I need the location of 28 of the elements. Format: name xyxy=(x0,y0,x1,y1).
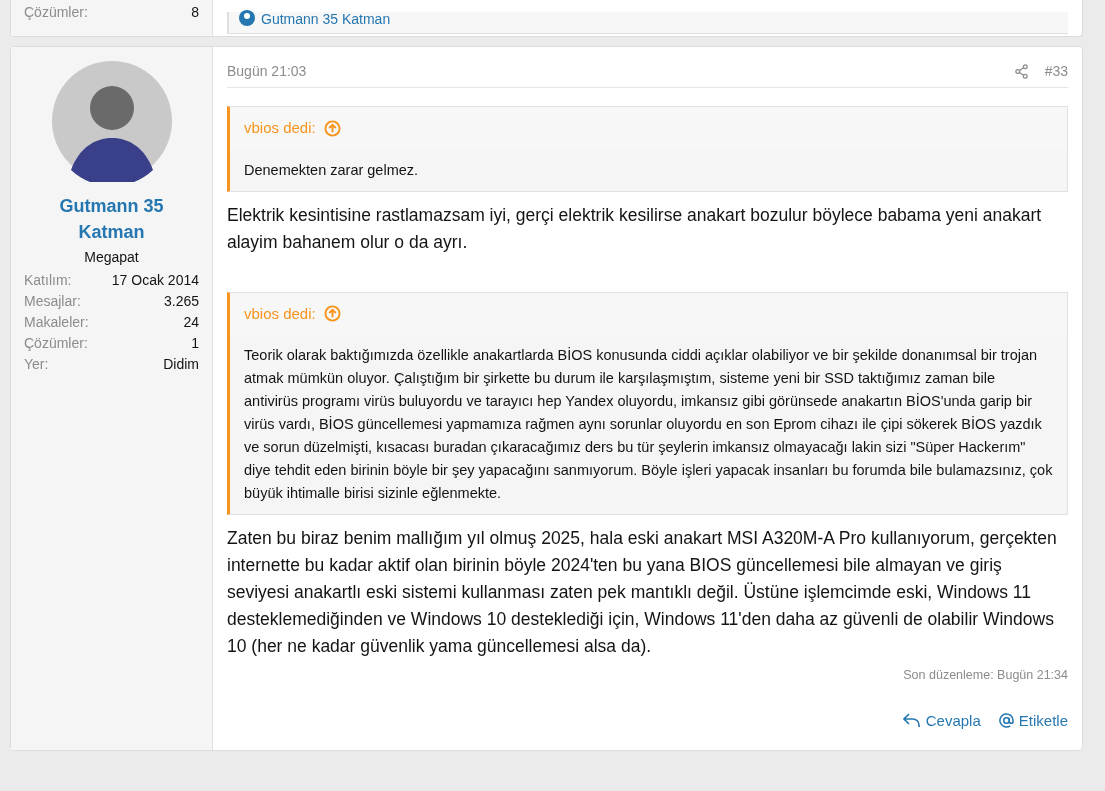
author-name[interactable]: Gutmann 35 Katman xyxy=(24,193,199,245)
stat-label: Çözümler: xyxy=(24,334,88,353)
reply-icon xyxy=(902,713,921,729)
post-number[interactable]: #33 xyxy=(1044,61,1068,82)
stat-value: 17 Ocak 2014 xyxy=(111,271,199,290)
post-date[interactable]: Bugün 21:03 xyxy=(227,61,307,82)
mention-button[interactable]: Etiketle xyxy=(998,709,1068,732)
at-sign-icon xyxy=(998,713,1014,729)
avatar-silhouette-icon[interactable] xyxy=(50,60,173,182)
last-edit-note: Son düzenleme: Bugün 21:34 xyxy=(903,667,1068,684)
stat-value: 24 xyxy=(183,313,199,332)
post-text: Zaten bu biraz benim mallığım yıl olmuş 2025, hala eski anakart MSI A320M-A Pro kullanıyorum, gerçekten internette bu kadar aktif olan birinin böyle 2024'ten bu yana BIOS güncellemesi bile almayan ve giriş seviyesi anakartlı eski sistemi kullanması zaten pek mantıklı değil. Üstüne işlemcimde eski, Windows 11 desteklemediğinden ve Windows 10 desteklediği için, Windows 11'den daha az güvenli de olabilir Windows 10 (her ne kadar güvenlik yama güncellemesi alsa da). xyxy=(227,527,1058,658)
go-to-quote-icon[interactable] xyxy=(323,119,341,137)
share-icon[interactable] xyxy=(1013,64,1029,79)
signature-link[interactable]: Gutmann 35 Katman xyxy=(261,12,391,26)
reply-button[interactable]: Cevapla xyxy=(902,709,981,732)
stat-value: Didim xyxy=(163,355,199,374)
stat-label: Makaleler: xyxy=(24,313,89,332)
stat-label: Çözümler: xyxy=(24,3,88,22)
stat-value: 1 xyxy=(191,334,199,353)
go-to-quote-icon[interactable] xyxy=(323,305,341,323)
stat-label: Yer: xyxy=(24,355,49,374)
stat-value: 3.265 xyxy=(163,292,199,311)
stat-label: Katılım: xyxy=(24,271,72,290)
stat-value: 8 xyxy=(191,3,199,22)
author-title: Megapat xyxy=(83,248,140,267)
stat-label: Mesajlar: xyxy=(24,292,81,311)
post-text: Elektrik kesintisine rastlamazsam iyi, gerçi elektrik kesilirse anakart bozulur böylece babama yeni anakart alayim bahanem olur o da ayrı. xyxy=(227,203,1043,254)
